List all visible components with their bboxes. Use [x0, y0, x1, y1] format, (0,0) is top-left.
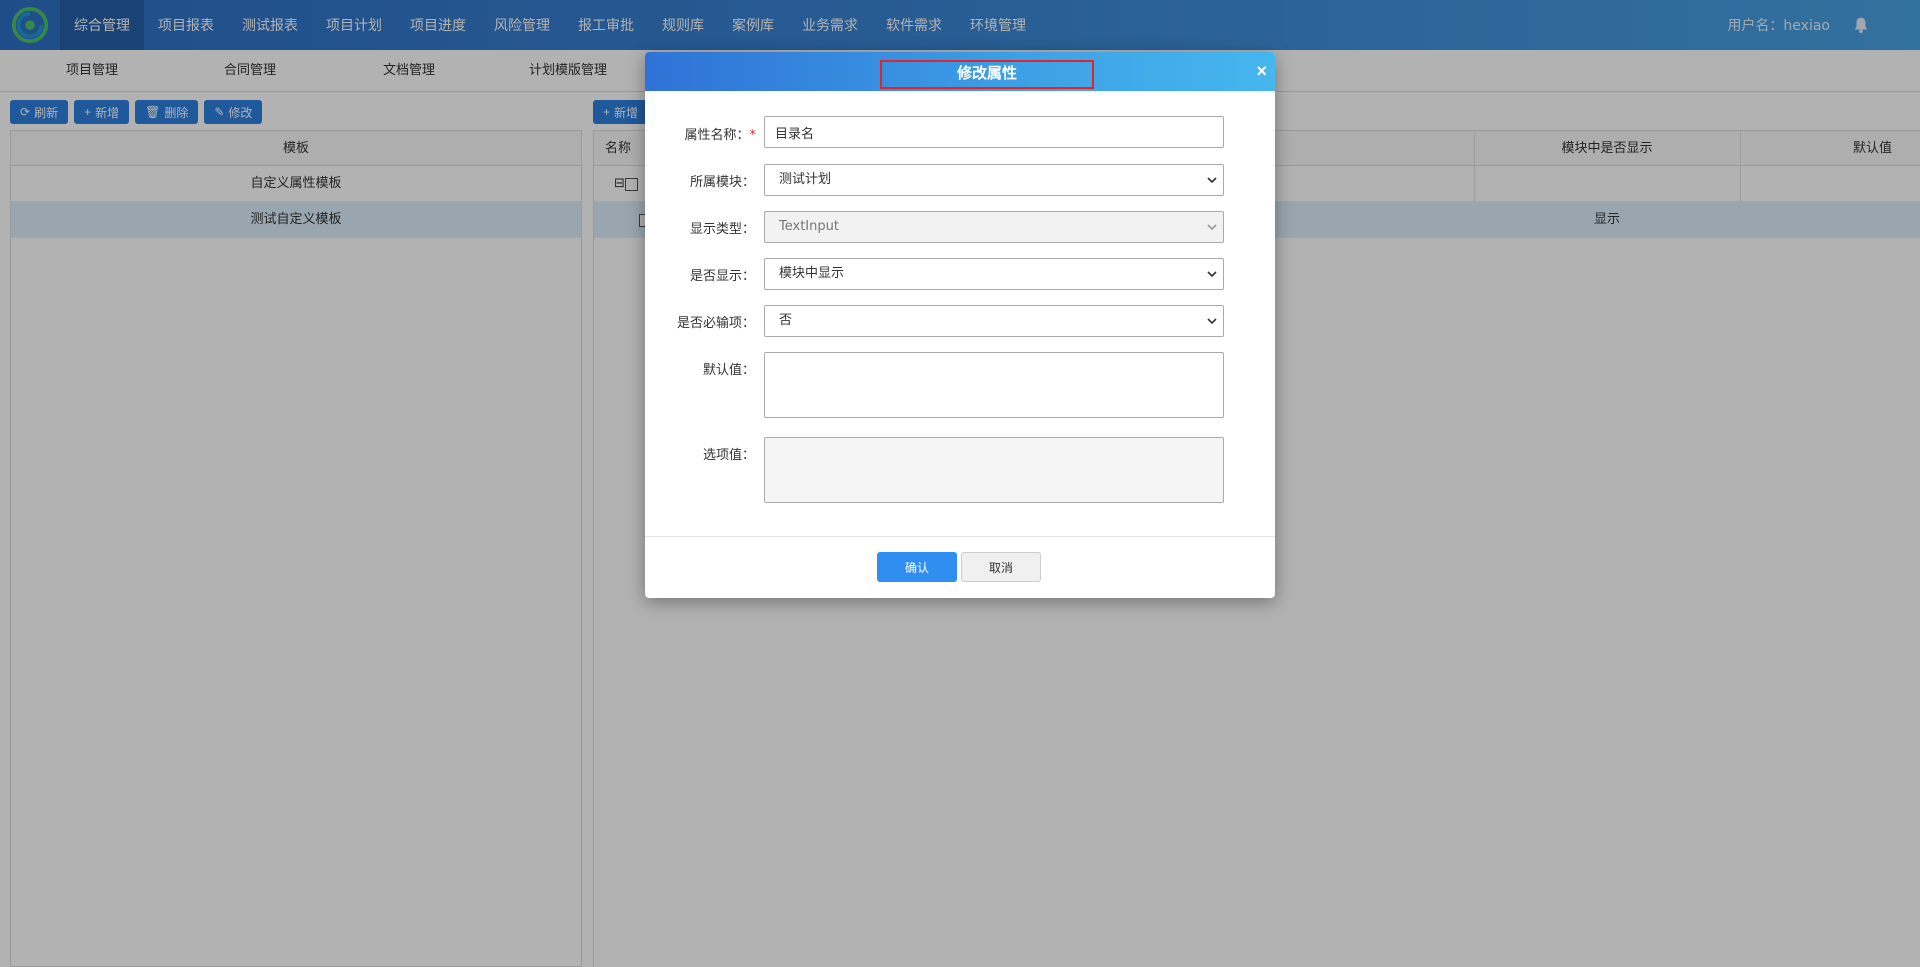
chevron-down-icon — [1207, 177, 1217, 184]
option-values-textarea[interactable] — [764, 437, 1224, 503]
required-marker: * — [749, 128, 757, 143]
confirm-button[interactable]: 确认 — [877, 552, 957, 582]
is-shown-select[interactable]: 模块中显示 — [764, 258, 1224, 290]
attr-name-label: 属性名称：* — [684, 128, 757, 143]
is-required-select[interactable]: 否 — [764, 305, 1224, 337]
default-value-label: 默认值： — [702, 363, 755, 378]
cancel-button[interactable]: 取消 — [961, 552, 1041, 582]
dialog-header: 修改属性 × — [645, 52, 1275, 91]
chevron-down-icon — [1207, 318, 1217, 325]
chevron-down-icon — [1207, 271, 1217, 278]
close-icon[interactable]: × — [1256, 61, 1267, 81]
attr-name-input[interactable] — [764, 116, 1224, 148]
display-type-label: 显示类型： — [689, 222, 755, 237]
default-value-textarea[interactable] — [764, 352, 1224, 418]
display-type-select[interactable]: TextInput — [764, 211, 1224, 243]
is-required-label: 是否必输项： — [676, 316, 755, 331]
chevron-down-icon — [1207, 224, 1217, 231]
is-shown-label: 是否显示： — [689, 269, 755, 284]
module-label: 所属模块： — [689, 175, 755, 190]
module-select[interactable]: 测试计划 — [764, 164, 1224, 196]
edit-attribute-dialog: 修改属性 × 属性名称：* 所属模块： 测试计划 显示类型： TextInput… — [645, 52, 1275, 598]
dialog-footer: 确认 取消 — [645, 536, 1275, 598]
option-values-label: 选项值： — [702, 448, 755, 463]
dialog-title: 修改属性 — [880, 60, 1094, 89]
